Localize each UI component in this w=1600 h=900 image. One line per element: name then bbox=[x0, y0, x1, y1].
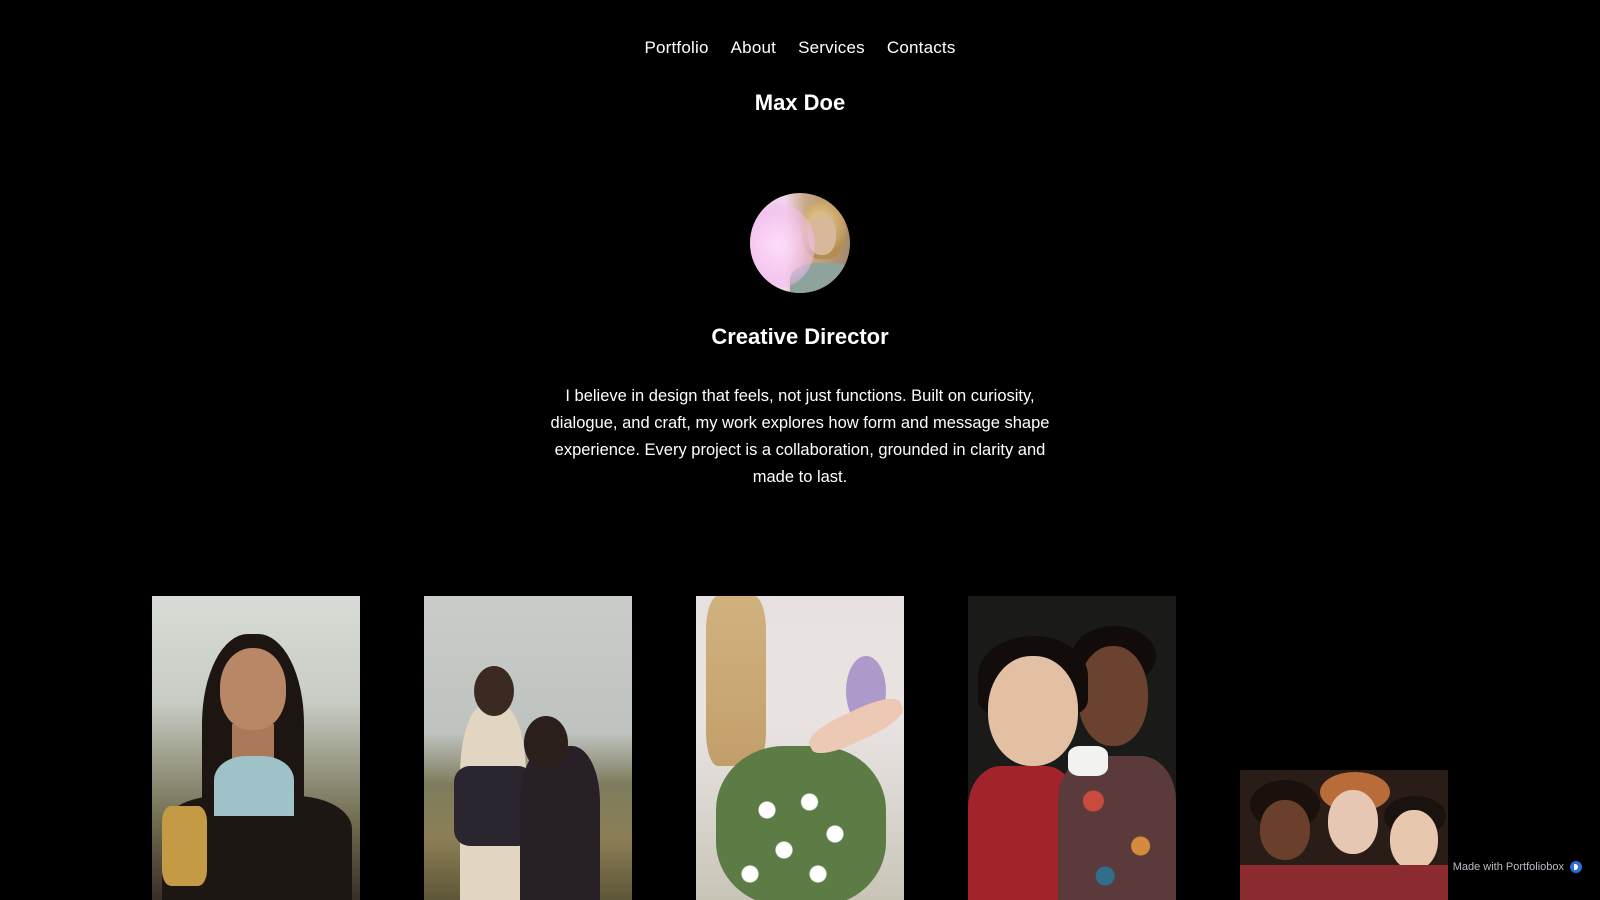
nav-item-services[interactable]: Services bbox=[798, 38, 865, 58]
portfoliobox-logo-icon bbox=[1570, 861, 1582, 873]
role-title: Creative Director bbox=[711, 324, 889, 349]
bio-text: I believe in design that feels, not just… bbox=[550, 387, 1050, 486]
gallery-image-couple-field[interactable] bbox=[424, 596, 632, 900]
made-with-text: Made with Portfoliobox bbox=[1452, 861, 1564, 873]
nav-item-portfolio[interactable]: Portfolio bbox=[644, 38, 708, 58]
main-nav: Portfolio About Services Contacts bbox=[0, 38, 1600, 58]
avatar bbox=[750, 193, 850, 293]
nav-item-contacts[interactable]: Contacts bbox=[887, 38, 956, 58]
gallery-image-two-women[interactable] bbox=[968, 596, 1176, 900]
page: Portfolio About Services Contacts Max Do… bbox=[0, 0, 1600, 900]
gallery-image-woman-braids[interactable] bbox=[152, 596, 360, 900]
gallery-image-daisies[interactable] bbox=[696, 596, 904, 900]
gallery-image-three-women[interactable] bbox=[1240, 770, 1448, 900]
made-with-badge[interactable]: Made with Portfoliobox bbox=[1448, 859, 1586, 875]
site-title[interactable]: Max Doe bbox=[0, 90, 1600, 116]
nav-item-about[interactable]: About bbox=[731, 38, 776, 58]
